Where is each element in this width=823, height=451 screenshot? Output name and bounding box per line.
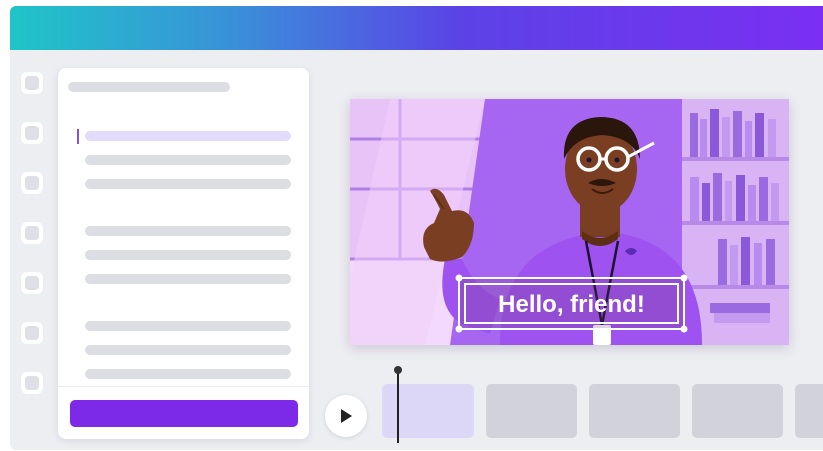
script-line[interactable] (85, 155, 291, 165)
rail-button-5[interactable] (21, 272, 43, 294)
timeline-clip-selected[interactable] (382, 384, 474, 438)
script-line[interactable] (85, 321, 291, 331)
script-line[interactable] (85, 179, 291, 189)
rail-button-7[interactable] (21, 372, 43, 394)
caption-textbox[interactable]: Hello, friend! (455, 274, 688, 333)
resize-handle[interactable] (680, 325, 688, 333)
side-panel (58, 68, 309, 439)
editor-window: Hello, friend! (10, 6, 823, 450)
script-line[interactable] (85, 226, 291, 236)
script-line[interactable] (85, 345, 291, 355)
playhead-handle[interactable] (394, 366, 402, 374)
panel-heading-placeholder (68, 82, 230, 92)
rail-button-6[interactable] (21, 322, 43, 344)
timeline-clip[interactable] (486, 384, 577, 438)
rail-button-4[interactable] (21, 222, 43, 244)
script-line[interactable] (85, 369, 291, 379)
gradient-header (10, 6, 823, 50)
rail-button-2[interactable] (21, 122, 43, 144)
rail-button-3[interactable] (21, 172, 43, 194)
timeline-clip[interactable] (692, 384, 783, 438)
design-canvas[interactable]: Hello, friend! (350, 99, 789, 345)
resize-handle[interactable] (455, 325, 463, 333)
playhead[interactable] (397, 370, 399, 443)
play-button[interactable] (325, 395, 367, 437)
resize-handle[interactable] (455, 274, 463, 282)
resize-handle[interactable] (680, 274, 688, 282)
primary-action-button[interactable] (70, 400, 298, 427)
play-icon (341, 409, 352, 423)
timeline-clip[interactable] (589, 384, 680, 438)
canvas-illustration: Hello, friend! (350, 99, 789, 345)
script-line[interactable] (85, 250, 291, 260)
script-line-active[interactable] (85, 131, 291, 141)
panel-divider (58, 386, 309, 387)
rail-button-1[interactable] (21, 72, 43, 94)
timeline-clip[interactable] (795, 384, 823, 438)
text-cursor (77, 129, 79, 144)
caption-text[interactable]: Hello, friend! (498, 291, 645, 318)
script-line[interactable] (85, 274, 291, 284)
